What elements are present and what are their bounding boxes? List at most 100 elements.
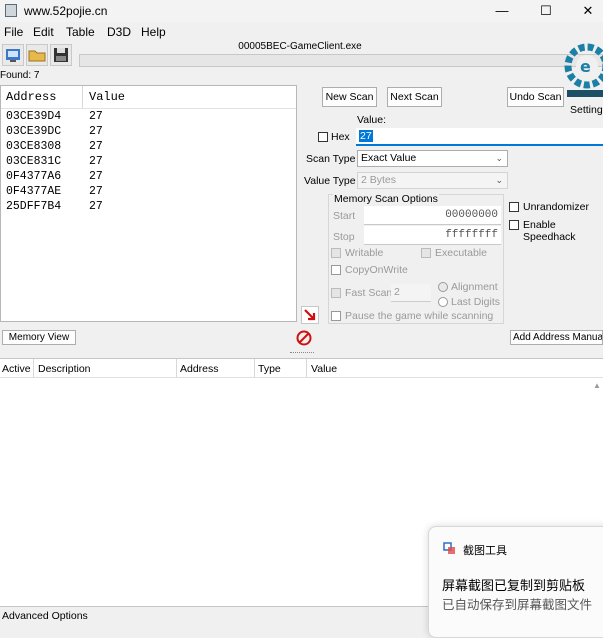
last-digits-label: Last Digits	[451, 296, 501, 308]
stop-label: Stop	[333, 231, 355, 243]
alignment-radio[interactable]	[438, 282, 448, 292]
close-button[interactable]: ✕	[566, 0, 603, 22]
fast-scan-checkbox[interactable]	[331, 288, 341, 298]
column-value[interactable]: Value	[311, 363, 337, 375]
unrandomizer-checkbox[interactable]	[509, 202, 519, 212]
fast-scan-label: Fast Scan	[345, 287, 393, 299]
results-header-value[interactable]: Value	[89, 90, 125, 104]
speedhack-label: Enable Speedhack	[523, 219, 576, 243]
open-process-icon[interactable]	[2, 44, 24, 66]
result-value[interactable]: 27	[89, 170, 103, 183]
save-icon[interactable]	[50, 44, 72, 66]
toast-body: 已自动保存到屏幕截图文件	[442, 598, 593, 612]
writable-label: Writable	[345, 247, 384, 259]
scroll-up-icon[interactable]: ▲	[593, 381, 601, 390]
column-description[interactable]: Description	[38, 363, 91, 375]
start-label: Start	[333, 210, 356, 222]
menu-table[interactable]: Table	[66, 25, 95, 39]
maximize-button[interactable]: ☐	[524, 0, 568, 22]
result-address[interactable]: 0F4377AE	[6, 185, 61, 198]
last-digits-radio[interactable]	[438, 297, 448, 307]
pause-game-checkbox[interactable]	[331, 311, 341, 321]
toast-app-name: 截图工具	[463, 545, 507, 557]
result-address[interactable]: 03CE39D4	[6, 110, 61, 123]
add-address-manually-button[interactable]: Add Address Manually	[510, 330, 603, 345]
results-header-separator	[82, 86, 83, 108]
chevron-down-icon: ⌄	[495, 153, 503, 163]
open-folder-icon[interactable]	[26, 44, 48, 66]
result-value[interactable]: 27	[89, 155, 103, 168]
process-name: 00005BEC-GameClient.exe	[238, 41, 362, 52]
start-address-input[interactable]: 00000000	[364, 206, 501, 225]
result-value[interactable]: 27	[89, 140, 103, 153]
pause-game-label: Pause the game while scanning	[345, 310, 494, 322]
results-list: Address Value 03CE39D4 27 03CE39DC 27 03…	[0, 85, 297, 322]
menu-help[interactable]: Help	[141, 25, 166, 39]
speedhack-checkbox[interactable]	[509, 220, 519, 230]
settings-link[interactable]: Settings	[570, 104, 603, 116]
app-icon	[5, 4, 17, 17]
memory-view-button[interactable]: Memory View	[2, 330, 76, 345]
result-value[interactable]: 27	[89, 125, 103, 138]
result-address[interactable]: 03CE831C	[6, 155, 61, 168]
result-value[interactable]: 27	[89, 200, 103, 213]
undo-scan-button[interactable]: Undo Scan	[507, 87, 564, 107]
result-address[interactable]: 0F4377A6	[6, 170, 61, 183]
copy-on-write-label: CopyOnWrite	[345, 264, 408, 276]
menu-d3d[interactable]: D3D	[107, 25, 131, 39]
executable-label: Executable	[435, 247, 487, 259]
list-header-divider	[0, 377, 603, 378]
value-type-label: Value Type	[304, 175, 356, 187]
executable-checkbox[interactable]	[421, 248, 431, 258]
memory-scan-options-title: Memory Scan Options	[333, 193, 439, 205]
menu-edit[interactable]: Edit	[33, 25, 54, 39]
hex-checkbox[interactable]	[318, 132, 328, 142]
cheat-engine-logo[interactable]: e	[563, 42, 603, 100]
snipping-tool-icon	[443, 542, 456, 555]
fast-scan-input[interactable]: 2	[391, 284, 431, 302]
scan-type-value: Exact Value	[361, 152, 417, 164]
result-value[interactable]: 27	[89, 185, 103, 198]
copy-on-write-checkbox[interactable]	[331, 265, 341, 275]
column-separator	[176, 359, 177, 377]
result-address[interactable]: 03CE39DC	[6, 125, 61, 138]
column-type[interactable]: Type	[258, 363, 281, 375]
value-type-select[interactable]: 2 Bytes ⌄	[357, 172, 508, 189]
scan-progress-bar	[79, 54, 603, 67]
splitter-handle[interactable]	[290, 352, 314, 356]
result-address[interactable]: 03CE8308	[6, 140, 61, 153]
value-type-value: 2 Bytes	[361, 174, 397, 186]
scan-type-select[interactable]: Exact Value ⌄	[357, 150, 508, 167]
results-header-address[interactable]: Address	[6, 90, 56, 104]
window-title: www.52pojie.cn	[24, 4, 108, 18]
svg-text:e: e	[580, 57, 591, 76]
column-active[interactable]: Active	[2, 363, 31, 375]
screenshot-toast[interactable]: 截图工具 屏幕截图已复制到剪贴板 已自动保存到屏幕截图文件	[428, 526, 603, 638]
column-separator	[254, 359, 255, 377]
new-scan-button[interactable]: New Scan	[322, 87, 377, 107]
advanced-options-label: Advanced Options	[2, 610, 88, 622]
value-label: Value:	[357, 114, 386, 126]
column-address[interactable]: Address	[180, 363, 219, 375]
menu-file[interactable]: File	[4, 25, 23, 39]
hex-label: Hex	[331, 131, 350, 143]
writable-checkbox[interactable]	[331, 248, 341, 258]
value-input[interactable]: 27	[356, 128, 603, 146]
chevron-down-icon: ⌄	[495, 175, 503, 185]
menu-bar: File Edit Table D3D Help	[0, 23, 603, 41]
stop-address-input[interactable]: ffffffff	[364, 226, 501, 245]
found-count: Found: 7	[0, 70, 40, 81]
minimize-button[interactable]: —	[480, 0, 524, 22]
toast-title: 屏幕截图已复制到剪贴板	[442, 578, 586, 593]
next-scan-button[interactable]: Next Scan	[387, 87, 442, 107]
alignment-label: Alignment	[451, 281, 498, 293]
stop-icon[interactable]	[296, 330, 312, 346]
column-separator	[33, 359, 34, 377]
add-to-list-arrow-icon[interactable]	[301, 306, 319, 324]
value-input-text: 27	[359, 130, 373, 142]
result-value[interactable]: 27	[89, 110, 103, 123]
results-header-divider	[1, 108, 296, 109]
unrandomizer-label: Unrandomizer	[523, 201, 589, 213]
result-address[interactable]: 25DFF7B4	[6, 200, 61, 213]
title-bar: www.52pojie.cn — ☐ ✕	[0, 0, 603, 22]
